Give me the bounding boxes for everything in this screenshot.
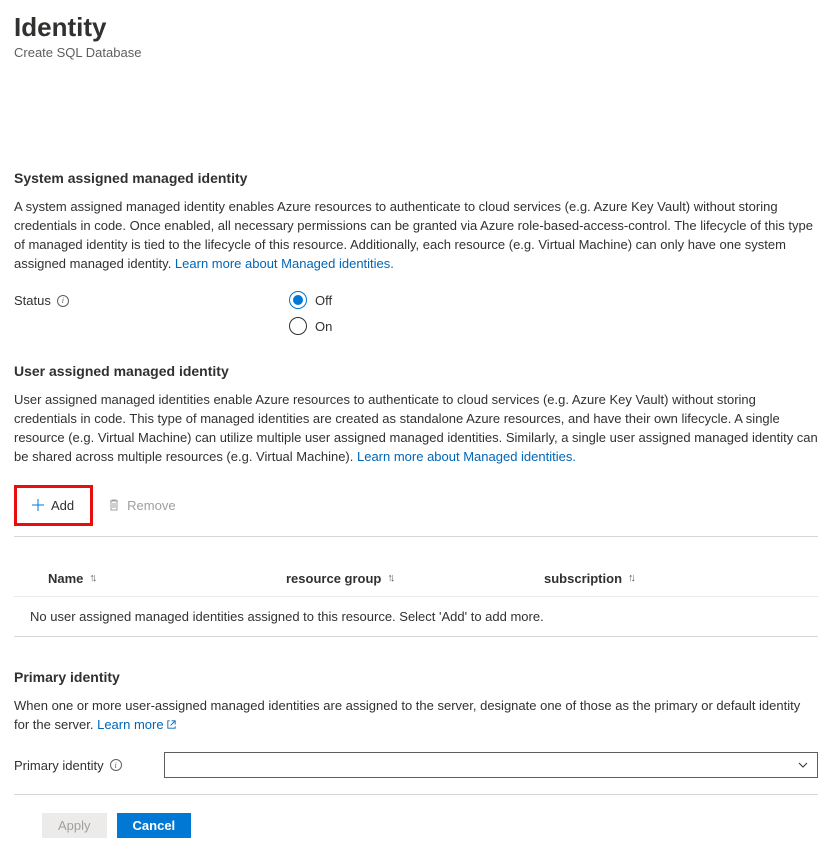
- footer-actions: Apply Cancel: [14, 801, 818, 838]
- page-title: Identity: [14, 12, 818, 43]
- status-label: Status i: [14, 291, 289, 308]
- radio-unchecked-icon: [289, 317, 307, 335]
- user-learn-more-link[interactable]: Learn more about Managed identities.: [357, 449, 576, 464]
- sort-icon: ↑↓: [387, 572, 392, 584]
- external-link-icon: [166, 719, 177, 730]
- primary-identity-heading: Primary identity: [14, 669, 818, 685]
- identity-toolbar: Add Remove: [14, 485, 818, 537]
- add-button[interactable]: Add: [23, 494, 82, 517]
- info-icon[interactable]: i: [110, 759, 122, 771]
- system-identity-description: A system assigned managed identity enabl…: [14, 198, 818, 273]
- info-icon[interactable]: i: [57, 295, 69, 307]
- apply-button: Apply: [42, 813, 107, 838]
- status-off-radio[interactable]: Off: [289, 291, 332, 309]
- user-identity-heading: User assigned managed identity: [14, 363, 818, 379]
- status-radio-group: Off On: [289, 291, 332, 335]
- column-subscription[interactable]: subscription↑↓: [544, 571, 818, 586]
- table-empty-message: No user assigned managed identities assi…: [14, 597, 818, 636]
- status-on-radio[interactable]: On: [289, 317, 332, 335]
- system-identity-heading: System assigned managed identity: [14, 170, 818, 186]
- primary-learn-more-link[interactable]: Learn more: [97, 717, 176, 732]
- plus-icon: [31, 498, 45, 512]
- sort-icon: ↑↓: [628, 572, 633, 584]
- user-identity-description: User assigned managed identities enable …: [14, 391, 818, 466]
- primary-identity-description: When one or more user-assigned managed i…: [14, 697, 818, 735]
- table-header: Name↑↓ resource group↑↓ subscription↑↓: [14, 563, 818, 597]
- sort-icon: ↑↓: [89, 572, 94, 584]
- column-resource-group[interactable]: resource group↑↓: [286, 571, 544, 586]
- primary-identity-select[interactable]: [164, 752, 818, 778]
- add-button-highlight: Add: [14, 485, 93, 526]
- page-subtitle: Create SQL Database: [14, 45, 818, 60]
- identities-table: Name↑↓ resource group↑↓ subscription↑↓ N…: [14, 563, 818, 637]
- primary-identity-label: Primary identity i: [14, 758, 164, 773]
- column-name[interactable]: Name↑↓: [48, 571, 286, 586]
- trash-icon: [107, 498, 121, 512]
- system-learn-more-link[interactable]: Learn more about Managed identities.: [175, 256, 394, 271]
- remove-button: Remove: [99, 494, 183, 517]
- radio-checked-icon: [289, 291, 307, 309]
- cancel-button[interactable]: Cancel: [117, 813, 192, 838]
- chevron-down-icon: [797, 759, 809, 771]
